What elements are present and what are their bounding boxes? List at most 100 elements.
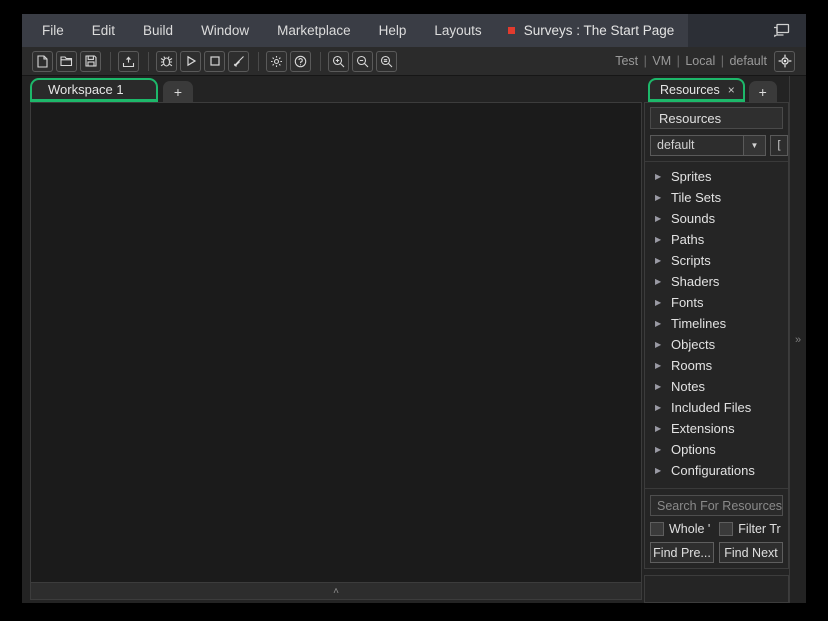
toolbar-separator (258, 51, 259, 71)
zoom-out-button[interactable] (352, 50, 373, 72)
menu-item-build[interactable]: Build (129, 14, 187, 47)
panel-collapse-handle[interactable]: » (789, 76, 806, 603)
search-input[interactable]: Search For Resources.. (650, 495, 783, 516)
find-previous-button[interactable]: Find Pre... (650, 542, 714, 563)
double-chevron-right-icon: » (794, 333, 802, 346)
menu-item-edit[interactable]: Edit (78, 14, 129, 47)
help-button[interactable] (290, 50, 311, 72)
chevron-right-icon[interactable]: ▶ (655, 298, 671, 307)
close-icon[interactable]: × (728, 83, 735, 97)
tab-resources[interactable]: Resources × (648, 78, 745, 102)
tree-node-tile-sets[interactable]: ▶ Tile Sets (645, 187, 788, 208)
stop-button[interactable] (204, 50, 225, 72)
chevron-right-icon[interactable]: ▶ (655, 424, 671, 433)
add-workspace-tab-button[interactable]: + (163, 81, 193, 102)
crosshair-target-icon[interactable] (774, 50, 795, 72)
menu-item-layouts[interactable]: Layouts (420, 14, 495, 47)
chevron-right-icon[interactable]: ▶ (655, 340, 671, 349)
tree-node-timelines[interactable]: ▶ Timelines (645, 313, 788, 334)
zoom-reset-button[interactable] (376, 50, 397, 72)
broom-icon[interactable] (228, 50, 249, 72)
tree-node-paths[interactable]: ▶ Paths (645, 229, 788, 250)
resources-column: Resources × + Resources default ▼ [▶ Sp… (644, 76, 789, 603)
chevron-right-icon[interactable]: ▶ (655, 214, 671, 223)
whole-word-checkbox[interactable] (650, 522, 664, 536)
tree-node-label: Options (671, 442, 716, 457)
title-bar: File Edit Build Window Marketplace Help … (22, 14, 806, 47)
status-device: Local (685, 54, 716, 68)
workspace-tab-1[interactable]: Workspace 1 (30, 78, 158, 102)
tree-node-configurations[interactable]: ▶ Configurations (645, 460, 788, 481)
main-body: Workspace 1 + ˄ Resources × + Resources (22, 76, 806, 603)
menu-item-file[interactable]: File (28, 14, 78, 47)
menu-item-marketplace[interactable]: Marketplace (263, 14, 365, 47)
save-project-button[interactable] (80, 50, 101, 72)
configuration-select[interactable]: default ▼ (650, 134, 766, 156)
filter-tree-checkbox[interactable] (719, 522, 734, 536)
chevron-right-icon[interactable]: ▶ (655, 319, 671, 328)
run-button[interactable] (180, 50, 201, 72)
tree-node-notes[interactable]: ▶ Notes (645, 376, 788, 397)
new-file-button[interactable] (32, 50, 53, 72)
tree-node-label: Sounds (671, 211, 716, 226)
tree-node-sounds[interactable]: ▶ Sounds (645, 208, 788, 229)
chevron-right-icon[interactable]: ▶ (655, 256, 671, 265)
search-options-row: Whole ' Filter Tr (650, 522, 783, 536)
resources-panel-header: Resources (650, 107, 783, 129)
tree-node-rooms[interactable]: ▶ Rooms (645, 355, 788, 376)
menu-item-window[interactable]: Window (187, 14, 263, 47)
title-tab-zone: Surveys : The Start Page (495, 14, 806, 47)
zoom-in-button[interactable] (328, 50, 349, 72)
chevron-right-icon[interactable]: ▶ (655, 361, 671, 370)
workspace-column: Workspace 1 + ˄ (22, 76, 644, 603)
status-separator: | (676, 54, 680, 68)
tree-node-label: Configurations (671, 463, 755, 478)
toolbar-separator (148, 51, 149, 71)
workspace-bottom-expander[interactable]: ˄ (30, 583, 642, 600)
debug-button[interactable] (156, 50, 177, 72)
status-separator: | (720, 54, 724, 68)
tree-node-shaders[interactable]: ▶ Shaders (645, 271, 788, 292)
tree-node-label: Scripts (671, 253, 711, 268)
chevron-right-icon[interactable]: ▶ (655, 466, 671, 475)
resources-tab-strip: Resources × + (644, 76, 789, 102)
chevron-down-icon[interactable]: ▼ (743, 135, 765, 155)
tree-node-options[interactable]: ▶ Options (645, 439, 788, 460)
chevron-right-icon[interactable]: ▶ (655, 382, 671, 391)
chevron-right-icon[interactable]: ▶ (655, 445, 671, 454)
tree-node-label: Shaders (671, 274, 720, 289)
status-config: default (729, 54, 767, 68)
whole-word-label: Whole ' (669, 522, 711, 536)
chevron-right-icon[interactable]: ▶ (655, 172, 671, 181)
chevron-right-icon[interactable]: ▶ (655, 403, 671, 412)
add-resources-tab-button[interactable]: + (748, 81, 777, 102)
toolbar-separator (320, 51, 321, 71)
tree-node-objects[interactable]: ▶ Objects (645, 334, 788, 355)
tree-node-fonts[interactable]: ▶ Fonts (645, 292, 788, 313)
speech-bubble-icon[interactable] (770, 20, 792, 42)
resources-tab-label: Resources (660, 82, 720, 97)
tree-node-extensions[interactable]: ▶ Extensions (645, 418, 788, 439)
open-project-button[interactable] (56, 50, 77, 72)
workspace-canvas[interactable] (30, 102, 642, 583)
chevron-right-icon[interactable]: ▶ (655, 193, 671, 202)
search-buttons-row: Find Pre... Find Next (650, 542, 783, 563)
tree-node-sprites[interactable]: ▶ Sprites (645, 166, 788, 187)
menu-item-help[interactable]: Help (365, 14, 421, 47)
configuration-value: default (657, 138, 695, 152)
configuration-row: default ▼ [ (645, 129, 788, 161)
tree-node-scripts[interactable]: ▶ Scripts (645, 250, 788, 271)
resources-side-button[interactable]: [ (770, 134, 788, 156)
tree-node-label: Tile Sets (671, 190, 722, 205)
status-separator: | (643, 54, 647, 68)
resources-tree[interactable]: ▶ Sprites ▶ Tile Sets ▶ Sounds ▶ Paths ▶… (645, 161, 788, 489)
project-title-label: Surveys : The Start Page (523, 23, 675, 38)
filter-tree-label: Filter Tr (738, 522, 781, 536)
preferences-button[interactable] (266, 50, 287, 72)
find-next-button[interactable]: Find Next (719, 542, 783, 563)
chevron-right-icon[interactable]: ▶ (655, 277, 671, 286)
chevron-right-icon[interactable]: ▶ (655, 235, 671, 244)
export-project-button[interactable] (118, 50, 139, 72)
project-title-tab[interactable]: Surveys : The Start Page (495, 14, 689, 47)
tree-node-included-files[interactable]: ▶ Included Files (645, 397, 788, 418)
